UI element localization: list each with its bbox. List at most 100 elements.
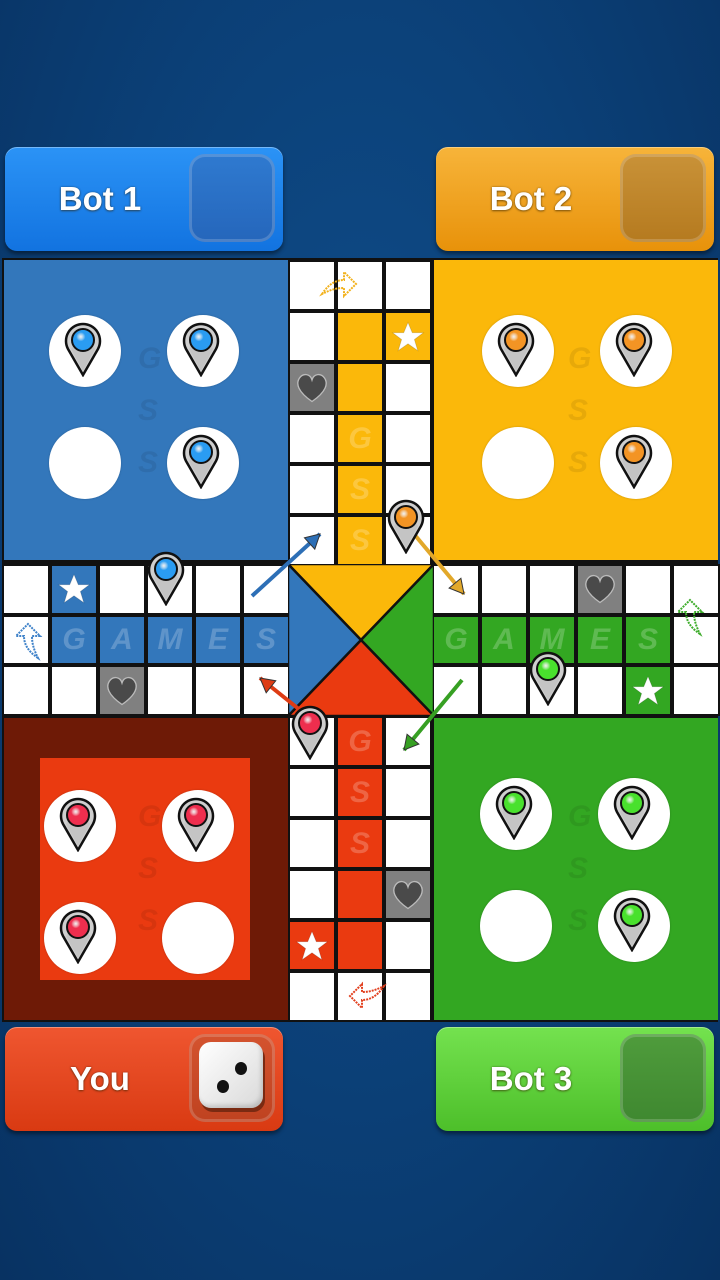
track-cell (384, 362, 432, 413)
track-cell (336, 920, 384, 971)
track-cell: G (432, 614, 480, 666)
star-icon (52, 566, 96, 613)
watermark-letter: M (157, 623, 183, 657)
track-cell (384, 818, 432, 869)
player-panel-you: You (5, 1027, 283, 1131)
dice-button[interactable] (189, 1034, 275, 1122)
track-cell (336, 362, 384, 413)
token-slot (480, 890, 552, 962)
track-cell (528, 564, 576, 615)
token-you[interactable] (290, 704, 330, 761)
ludo-board: GSSGSSGSSGSSGSSGSSGAMESGAMES (2, 258, 720, 1022)
star-icon (290, 922, 334, 969)
watermark-letter: E (207, 623, 228, 657)
home-watermark: S (568, 446, 589, 479)
track-cell: A (480, 614, 528, 666)
entry-arrow-icon (13, 622, 43, 661)
token-bot3[interactable] (612, 896, 652, 953)
home-watermark: G (568, 342, 592, 375)
home-watermark: S (568, 852, 589, 885)
track-cell: S (336, 515, 384, 566)
dice-slot-empty (620, 154, 706, 242)
star-icon (626, 667, 670, 714)
track-cell: E (194, 614, 242, 666)
track-cell (624, 564, 672, 615)
token-bot3[interactable] (528, 650, 568, 707)
heart-icon (290, 364, 334, 411)
player-name: Bot 2 (489, 180, 573, 217)
track-cell (288, 920, 336, 971)
token-bot2[interactable] (614, 321, 654, 378)
track-cell: E (576, 614, 624, 666)
track-cell (288, 311, 336, 362)
track-cell: S (336, 464, 384, 515)
home-watermark: S (568, 394, 589, 427)
home-watermark: G (138, 800, 162, 833)
track-cell (336, 311, 384, 362)
track-cell (194, 564, 242, 615)
home-watermark: S (138, 446, 159, 479)
track-cell (194, 665, 242, 717)
track-cell (384, 971, 432, 1022)
dice-pip (217, 1080, 229, 1093)
watermark-letter: A (111, 623, 133, 657)
token-slot (482, 427, 554, 499)
player-name: You (70, 1060, 130, 1097)
track-cell: S (336, 767, 384, 818)
track-cell (480, 665, 528, 717)
player-name: Bot 3 (489, 1060, 573, 1097)
token-you[interactable] (58, 796, 98, 853)
token-bot2[interactable] (496, 321, 536, 378)
token-you[interactable] (176, 796, 216, 853)
token-bot3[interactable] (494, 784, 534, 841)
track-cell (98, 665, 146, 717)
track-cell (50, 564, 98, 615)
player-name: Bot 1 (58, 180, 142, 217)
track-cell (242, 564, 290, 615)
home-watermark: S (138, 852, 159, 885)
center-finish (288, 564, 434, 716)
track-cell: G (336, 413, 384, 464)
token-bot2[interactable] (386, 498, 426, 555)
track-cell (384, 716, 432, 767)
star-icon (386, 313, 430, 360)
home-watermark: G (568, 800, 592, 833)
watermark-letter: G (348, 724, 372, 758)
track-cell: G (336, 716, 384, 767)
watermark-letter: S (637, 623, 658, 657)
token-bot1[interactable] (181, 433, 221, 490)
home-watermark: S (568, 904, 589, 937)
home-watermark: S (138, 904, 159, 937)
token-bot1[interactable] (146, 550, 186, 607)
track-cell (288, 869, 336, 920)
token-you[interactable] (58, 908, 98, 965)
track-cell (288, 413, 336, 464)
home-watermark: S (138, 394, 159, 427)
track-cell (384, 869, 432, 920)
track-cell (50, 665, 98, 717)
track-cell (288, 971, 336, 1022)
track-cell (432, 665, 480, 717)
entry-arrow-icon (319, 269, 358, 299)
watermark-letter: S (349, 826, 370, 860)
track-cell: S (242, 614, 290, 666)
dice-pip (235, 1062, 247, 1075)
dice-icon[interactable] (199, 1042, 263, 1108)
track-cell (384, 920, 432, 971)
track-cell (384, 413, 432, 464)
player-panel-bot3: Bot 3 (436, 1027, 714, 1131)
watermark-letter: S (349, 472, 370, 506)
watermark-letter: S (255, 623, 276, 657)
heart-icon (386, 871, 430, 918)
token-bot3[interactable] (612, 784, 652, 841)
watermark-letter: G (348, 421, 372, 455)
track-cell (146, 665, 194, 717)
track-cell (336, 869, 384, 920)
token-bot1[interactable] (181, 321, 221, 378)
track-cell (672, 665, 720, 717)
token-bot1[interactable] (63, 321, 103, 378)
track-cell: S (336, 818, 384, 869)
token-bot2[interactable] (614, 433, 654, 490)
heart-icon (578, 566, 622, 613)
track-cell: A (98, 614, 146, 666)
